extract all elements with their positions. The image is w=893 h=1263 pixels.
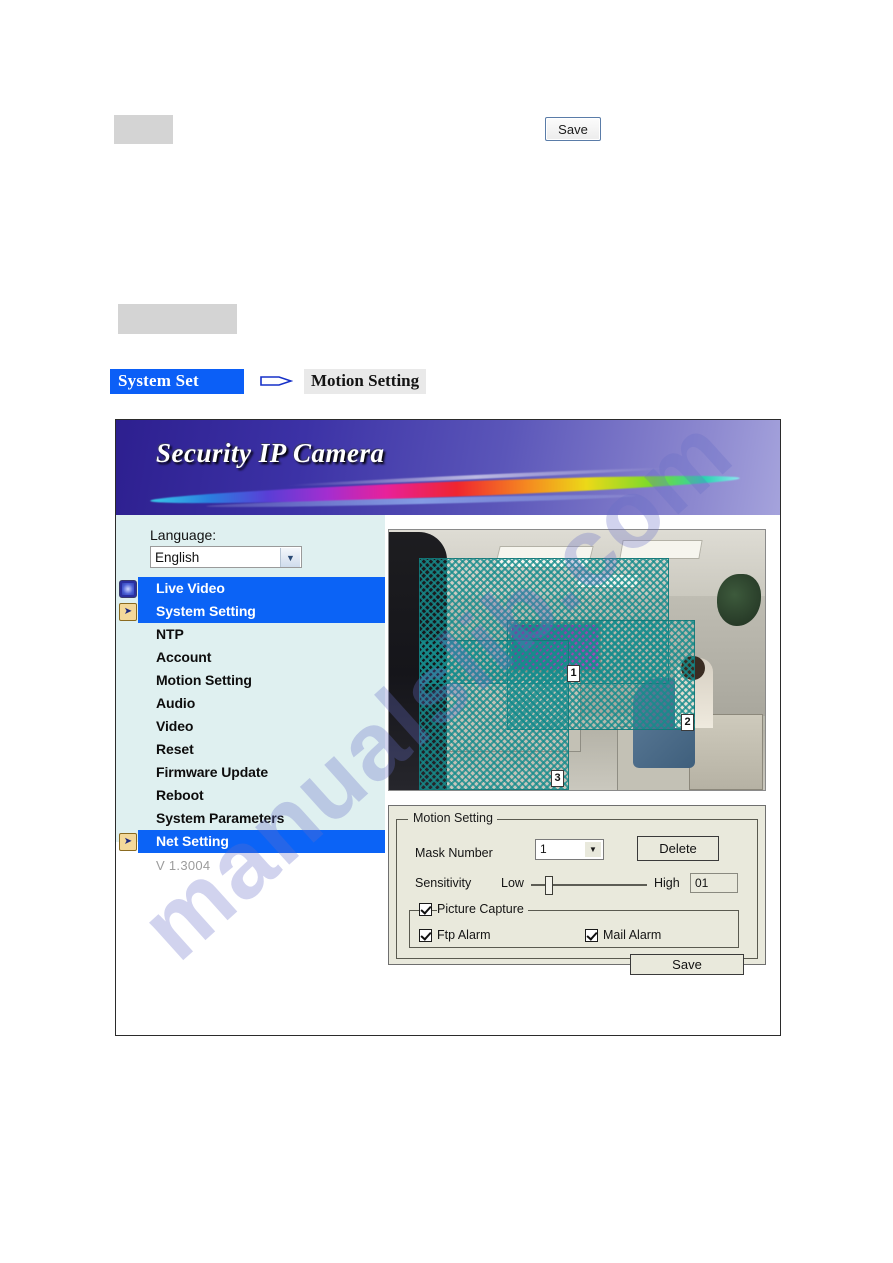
motion-mask-region[interactable] bbox=[419, 640, 569, 790]
picture-capture-label: Picture Capture bbox=[437, 902, 528, 916]
breadcrumb-system-set[interactable]: System Set bbox=[110, 368, 244, 394]
sensitivity-slider-handle[interactable] bbox=[545, 876, 553, 895]
sidebar-item-net-setting[interactable]: ➤ Net Setting bbox=[116, 830, 385, 853]
sidebar-item-label: Net Setting bbox=[138, 830, 385, 853]
sidebar-item-label: System Parameters bbox=[156, 810, 285, 826]
sidebar-item-label: Motion Setting bbox=[156, 672, 252, 688]
sidebar-item-live-video[interactable]: Live Video bbox=[116, 577, 385, 600]
group-border-top-left bbox=[396, 819, 408, 820]
sidebar-item-label: Reboot bbox=[156, 787, 204, 803]
ftp-alarm-label: Ftp Alarm bbox=[437, 928, 491, 942]
sidebar-item-motion-setting[interactable]: Motion Setting bbox=[116, 669, 385, 692]
breadcrumb: System Set Motion Setting bbox=[110, 368, 427, 394]
mask-number-value: 1 bbox=[540, 842, 547, 856]
sidebar-item-audio[interactable]: Audio bbox=[116, 692, 385, 715]
group-border-top-right bbox=[497, 819, 758, 820]
sensitivity-value-field[interactable]: 01 bbox=[690, 873, 738, 893]
content-area: 1 2 3 Motion Setting Mask Number 1 ▼ Del… bbox=[385, 515, 780, 1035]
sidebar-item-ntp[interactable]: NTP bbox=[116, 623, 385, 646]
sidebar-item-label: Video bbox=[156, 718, 194, 734]
firmware-version: V 1.3004 bbox=[156, 858, 211, 873]
checkbox-checked-icon bbox=[419, 902, 432, 916]
language-select[interactable]: English ▼ bbox=[150, 546, 302, 568]
sidebar-item-label: Live Video bbox=[138, 577, 385, 600]
mail-alarm-checkbox[interactable]: Mail Alarm bbox=[585, 928, 661, 942]
sidebar-item-account[interactable]: Account bbox=[116, 646, 385, 669]
motion-setting-panel: Motion Setting Mask Number 1 ▼ Delete Se… bbox=[388, 805, 766, 975]
live-video-preview[interactable]: 1 2 3 bbox=[388, 529, 766, 791]
save-button-motion[interactable]: Save bbox=[630, 954, 744, 975]
motion-setting-legend: Motion Setting bbox=[410, 811, 496, 825]
scene-ceiling-light bbox=[619, 540, 703, 559]
chevron-down-icon: ▼ bbox=[280, 548, 300, 567]
sidebar: Language: English ▼ Live Video ➤ System … bbox=[116, 515, 385, 1035]
checkbox-checked-icon bbox=[419, 928, 432, 942]
arrow-right-icon: ➤ bbox=[119, 833, 137, 851]
sidebar-item-system-setting[interactable]: ➤ System Setting bbox=[116, 600, 385, 623]
sidebar-item-label: NTP bbox=[156, 626, 184, 642]
arrow-right-icon bbox=[258, 371, 294, 391]
language-select-value: English bbox=[155, 549, 200, 565]
sidebar-item-label: System Setting bbox=[138, 600, 385, 623]
motion-mask-number-label: 1 bbox=[567, 665, 580, 682]
alarm-group-border-top-right bbox=[579, 910, 739, 911]
redacted-block-top bbox=[114, 115, 173, 144]
sidebar-item-reboot[interactable]: Reboot bbox=[116, 784, 385, 807]
motion-mask-number-label: 3 bbox=[551, 770, 564, 787]
motion-mask-number-label: 2 bbox=[681, 714, 694, 731]
camera-lens-icon bbox=[119, 580, 137, 598]
language-selector-wrap: Language: English ▼ bbox=[116, 515, 385, 568]
sidebar-item-label: Reset bbox=[156, 741, 194, 757]
language-label: Language: bbox=[150, 527, 217, 543]
chevron-down-icon: ▼ bbox=[585, 842, 601, 857]
sidebar-item-label: Firmware Update bbox=[156, 764, 269, 780]
picture-capture-checkbox[interactable]: Picture Capture bbox=[419, 902, 528, 916]
save-button-top[interactable]: Save bbox=[545, 117, 601, 141]
camera-web-ui-frame: Security IP Camera Language: English ▼ L… bbox=[115, 419, 781, 1036]
sidebar-item-label: Audio bbox=[156, 695, 196, 711]
breadcrumb-motion-setting[interactable]: Motion Setting bbox=[304, 368, 427, 394]
sidebar-item-system-parameters[interactable]: System Parameters bbox=[116, 807, 385, 830]
arrow-right-icon: ➤ bbox=[119, 603, 137, 621]
sidebar-item-reset[interactable]: Reset bbox=[116, 738, 385, 761]
sidebar-item-video[interactable]: Video bbox=[116, 715, 385, 738]
device-body: Language: English ▼ Live Video ➤ System … bbox=[116, 515, 780, 1035]
sidebar-item-firmware-update[interactable]: Firmware Update bbox=[116, 761, 385, 784]
ftp-alarm-checkbox[interactable]: Ftp Alarm bbox=[419, 928, 491, 942]
redacted-block-middle bbox=[118, 304, 237, 334]
sidebar-menu: Live Video ➤ System Setting NTP Account … bbox=[116, 577, 385, 873]
app-banner: Security IP Camera bbox=[116, 420, 780, 515]
sensitivity-label: Sensitivity bbox=[415, 876, 472, 890]
checkbox-checked-icon bbox=[585, 928, 598, 942]
sidebar-item-label: Account bbox=[156, 649, 212, 665]
delete-button[interactable]: Delete bbox=[637, 836, 719, 861]
sensitivity-high-label: High bbox=[654, 876, 680, 890]
mask-number-label: Mask Number bbox=[415, 846, 493, 860]
app-title: Security IP Camera bbox=[156, 438, 385, 468]
mask-number-select[interactable]: 1 ▼ bbox=[535, 839, 604, 860]
sensitivity-low-label: Low bbox=[501, 876, 524, 890]
mail-alarm-label: Mail Alarm bbox=[603, 928, 662, 942]
